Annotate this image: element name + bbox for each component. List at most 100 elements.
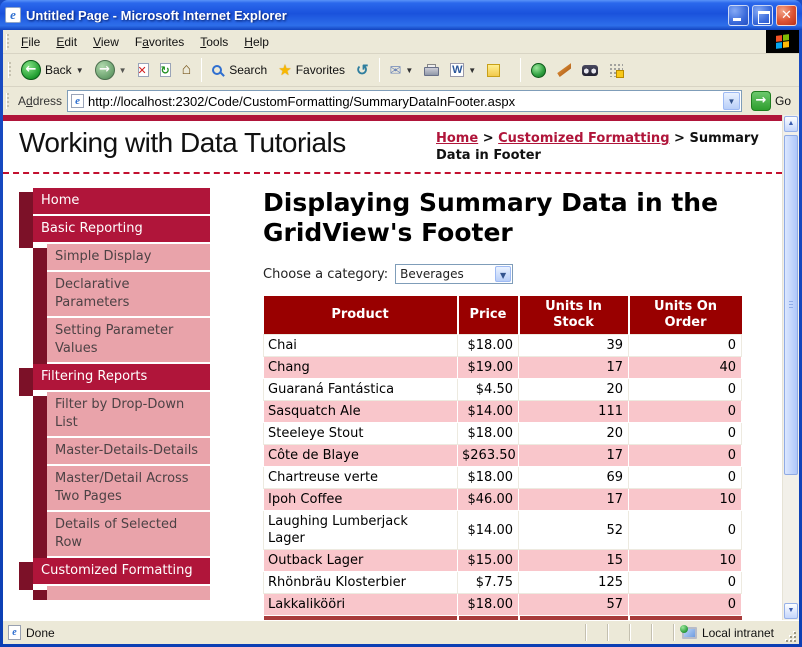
sidebar-item-label: Home	[41, 193, 79, 208]
windows-logo-throbber	[766, 30, 799, 53]
sidebar-item-setting-parameter-values[interactable]: Setting Parameter Values	[47, 318, 210, 362]
menu-favorites[interactable]: Favorites	[127, 31, 192, 53]
stop-button[interactable]	[133, 60, 154, 80]
order-cell: 0	[629, 401, 742, 423]
note-icon	[487, 64, 500, 77]
sidebar-item-label: Customized Formatting	[41, 563, 193, 578]
favorites-star-icon: ★	[278, 63, 291, 78]
price-cell: $18.00	[458, 594, 519, 616]
grid-footer-row	[264, 616, 742, 621]
stock-cell: 17	[519, 357, 629, 379]
order-cell: 10	[629, 550, 742, 572]
scroll-down-button[interactable]: ▼	[784, 603, 798, 619]
status-segment	[585, 624, 607, 641]
price-cell: $18.00	[458, 467, 519, 489]
footer-cell	[458, 616, 519, 621]
toolbar-separator	[379, 58, 380, 82]
back-button[interactable]: ← Back ▼	[16, 57, 89, 83]
page-favicon: e	[71, 94, 84, 108]
forward-dropdown-icon: ▼	[119, 66, 127, 75]
window-resize-grip[interactable]	[784, 630, 798, 644]
stock-cell: 52	[519, 511, 629, 550]
addon-swoosh-button[interactable]	[552, 60, 576, 80]
stock-cell: 20	[519, 423, 629, 445]
toolbar-grip-handle[interactable]	[8, 62, 11, 78]
go-button[interactable]: → Go	[747, 89, 795, 113]
mail-button[interactable]: ✉ ▼	[385, 60, 419, 80]
search-icon	[212, 65, 222, 75]
toolbar-separator	[520, 58, 521, 82]
sidebar-item-partial[interactable]	[47, 586, 210, 600]
forward-button[interactable]: → ▼	[90, 57, 132, 83]
vertical-scrollbar[interactable]: ▲ ▼	[782, 115, 799, 620]
order-cell: 40	[629, 357, 742, 379]
refresh-button[interactable]	[155, 60, 176, 80]
word-icon: W	[450, 63, 464, 77]
scroll-up-button[interactable]: ▲	[784, 116, 798, 132]
price-cell: $4.50	[458, 379, 519, 401]
word-dropdown-icon: ▼	[468, 66, 476, 75]
address-input[interactable]: e http://localhost:2302/Code/CustomForma…	[67, 90, 742, 112]
history-button[interactable]: ↺	[351, 60, 374, 81]
sidebar-item-basic-reporting[interactable]: Basic Reporting	[33, 216, 210, 242]
sidebar-item-details-of-selected-row[interactable]: Details of Selected Row	[47, 512, 210, 556]
breadcrumb: Home > Customized Formatting > Summary D…	[436, 127, 766, 164]
breadcrumb-link[interactable]: Customized Formatting	[498, 131, 669, 146]
column-header: Product	[264, 296, 458, 335]
menu-view[interactable]: View	[85, 31, 127, 53]
close-button[interactable]	[776, 5, 797, 26]
product-cell: Chartreuse verte	[264, 467, 458, 489]
price-cell: $7.75	[458, 572, 519, 594]
breadcrumb-link[interactable]: Home	[436, 131, 478, 146]
search-button[interactable]: Search	[207, 60, 272, 80]
scrollbar-thumb[interactable]	[784, 135, 798, 475]
table-row: Chai$18.00390	[264, 335, 742, 357]
menubar-grip-handle[interactable]	[6, 34, 9, 50]
edit-with-word-button[interactable]: W ▼	[445, 60, 481, 80]
sidebar-item-declarative-parameters[interactable]: Declarative Parameters	[47, 272, 210, 316]
sidebar-item-customized-formatting[interactable]: Customized Formatting	[33, 558, 210, 584]
addon-grid-button[interactable]	[604, 60, 628, 80]
menu-edit[interactable]: Edit	[48, 31, 85, 53]
table-row: Chang$19.001740	[264, 357, 742, 379]
sidebar-item-label: Simple Display	[55, 249, 151, 264]
sidebar-item-label: Filter by Drop-Down List	[55, 397, 184, 430]
favorites-label: Favorites	[296, 63, 345, 77]
addressbar-grip-handle[interactable]	[6, 93, 9, 109]
toolbar-separator	[201, 58, 202, 82]
minimize-button[interactable]	[728, 5, 749, 26]
maximize-button[interactable]	[752, 5, 773, 26]
home-button[interactable]: ⌂	[177, 59, 197, 81]
address-dropdown-button[interactable]: ▼	[723, 92, 740, 110]
menu-tools[interactable]: Tools	[192, 31, 236, 53]
product-cell: Sasquatch Ale	[264, 401, 458, 423]
address-url: http://localhost:2302/Code/CustomFormatt…	[88, 94, 719, 109]
stock-cell: 39	[519, 335, 629, 357]
status-page-icon: e	[8, 625, 21, 640]
product-cell: Outback Lager	[264, 550, 458, 572]
category-selected-value: Beverages	[400, 267, 464, 281]
price-cell: $18.00	[458, 335, 519, 357]
sidebar-item-filter-by-drop-down-list[interactable]: Filter by Drop-Down List	[47, 392, 210, 436]
column-header: Units On Order	[629, 296, 742, 335]
sidebar-item-label: Master-Details-Details	[55, 443, 198, 458]
grid-header-row: ProductPriceUnits In StockUnits On Order	[264, 296, 742, 335]
messenger-button[interactable]	[482, 61, 505, 80]
sidebar-item-master-detail-across-two-pages[interactable]: Master/Detail Across Two Pages	[47, 466, 210, 510]
print-button[interactable]	[419, 61, 444, 79]
menu-file[interactable]: File	[13, 31, 48, 53]
sidebar-item-home[interactable]: Home	[33, 188, 210, 214]
sidebar-item-master-details-details[interactable]: Master-Details-Details	[47, 438, 210, 464]
sidebar-item-filtering-reports[interactable]: Filtering Reports	[33, 364, 210, 390]
page-content: Working with Data Tutorials Home > Custo…	[3, 115, 799, 620]
table-row: Chartreuse verte$18.00690	[264, 467, 742, 489]
addon-globe-button[interactable]	[526, 60, 551, 81]
category-dropdown[interactable]: Beverages ▼	[395, 264, 513, 284]
sidebar-item-simple-display[interactable]: Simple Display	[47, 244, 210, 270]
addon-find-button[interactable]	[577, 62, 603, 79]
products-gridview: ProductPriceUnits In StockUnits On Order…	[263, 296, 742, 620]
menu-help[interactable]: Help	[236, 31, 277, 53]
windows-flag-icon	[776, 34, 789, 49]
product-cell: Rhönbräu Klosterbier	[264, 572, 458, 594]
favorites-button[interactable]: ★ Favorites	[273, 60, 350, 81]
